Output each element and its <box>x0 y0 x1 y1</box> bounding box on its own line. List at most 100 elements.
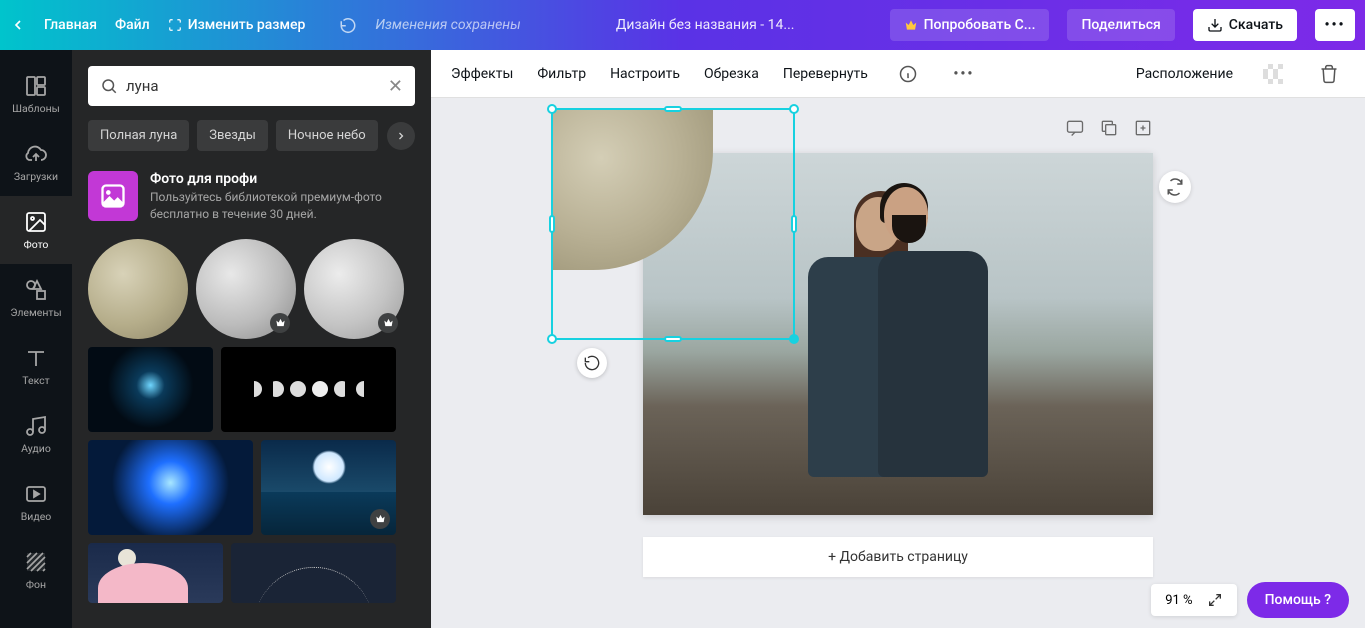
side-panel: ✕ Полная луна Звезды Ночное небо Фото дл… <box>72 50 431 628</box>
transparency-icon[interactable] <box>1257 58 1289 90</box>
video-icon <box>24 482 48 506</box>
promo-icon <box>88 171 138 221</box>
comment-icon[interactable] <box>1065 118 1085 138</box>
photo-content <box>788 177 1008 477</box>
rail-elements[interactable]: Элементы <box>0 264 72 332</box>
download-icon <box>1207 17 1223 33</box>
templates-icon <box>24 74 48 98</box>
background-icon <box>24 550 48 574</box>
back-icon[interactable] <box>10 17 26 33</box>
resize-menu[interactable]: Изменить размер <box>168 17 306 33</box>
try-pro-button[interactable]: Попробовать C... <box>890 9 1050 41</box>
zoom-value[interactable]: 91 % <box>1165 593 1192 608</box>
add-page-icon[interactable] <box>1133 118 1153 138</box>
chip-night-sky[interactable]: Ночное небо <box>276 120 378 151</box>
photo-result[interactable] <box>221 347 396 432</box>
autoplay-button[interactable] <box>1159 171 1191 203</box>
rail-background[interactable]: Фон <box>0 536 72 604</box>
text-icon <box>24 346 48 370</box>
results-grid <box>88 239 415 603</box>
crop-button[interactable]: Обрезка <box>704 66 759 82</box>
resize-edge[interactable] <box>791 215 797 233</box>
file-menu[interactable]: Файл <box>115 17 150 33</box>
position-button[interactable]: Расположение <box>1136 66 1233 82</box>
chips-scroll-right[interactable] <box>387 122 415 150</box>
rail-text-label: Текст <box>22 374 49 387</box>
flip-button[interactable]: Перевернуть <box>783 66 868 82</box>
resize-edge[interactable] <box>664 336 682 342</box>
image-icon <box>24 210 48 234</box>
home-link[interactable]: Главная <box>44 17 97 33</box>
photo-result[interactable] <box>88 239 188 339</box>
design-page[interactable] <box>643 153 1153 515</box>
rail-video[interactable]: Видео <box>0 468 72 536</box>
adjust-button[interactable]: Настроить <box>610 66 680 82</box>
effects-button[interactable]: Эффекты <box>451 66 513 82</box>
rail-photos-label: Фото <box>24 238 49 251</box>
rail-video-label: Видео <box>21 510 52 523</box>
more-button[interactable]: ••• <box>1315 9 1355 41</box>
download-label: Скачать <box>1229 17 1283 33</box>
resize-icon <box>168 18 182 32</box>
try-pro-label: Попробовать C... <box>924 17 1036 33</box>
rail-templates-label: Шаблоны <box>12 102 60 115</box>
rail-background-label: Фон <box>26 578 46 591</box>
rail-uploads[interactable]: Загрузки <box>0 128 72 196</box>
chip-stars[interactable]: Звезды <box>197 120 268 151</box>
canvas-area: Эффекты Фильтр Настроить Обрезка Перевер… <box>431 50 1365 628</box>
top-bar: Главная Файл Изменить размер Изменения с… <box>0 0 1365 50</box>
pro-promo[interactable]: Фото для профи Пользуйтесь библиотекой п… <box>88 171 415 223</box>
chevron-right-icon <box>395 130 407 142</box>
cloud-upload-icon <box>24 142 48 166</box>
more-options-icon[interactable]: ••• <box>948 58 980 90</box>
share-button[interactable]: Поделиться <box>1067 9 1174 41</box>
rail-templates[interactable]: Шаблоны <box>0 60 72 128</box>
filter-button[interactable]: Фильтр <box>537 66 586 82</box>
stage[interactable]: + Добавить страницу 91 % Помощь ? <box>431 98 1365 628</box>
photo-result[interactable] <box>261 440 396 535</box>
chip-full-moon[interactable]: Полная луна <box>88 120 189 151</box>
photo-result[interactable] <box>88 440 253 535</box>
fullscreen-icon[interactable] <box>1207 592 1223 608</box>
photo-result[interactable] <box>88 543 223 603</box>
resize-handle[interactable] <box>547 104 557 114</box>
photo-result[interactable] <box>304 239 404 339</box>
search-icon <box>100 77 118 95</box>
crown-icon <box>904 18 918 32</box>
search-input[interactable] <box>126 77 380 95</box>
rail-audio-label: Аудио <box>21 442 51 455</box>
rotate-handle[interactable] <box>577 348 607 378</box>
photo-result[interactable] <box>196 239 296 339</box>
save-status: Изменения сохранены <box>375 17 520 33</box>
context-toolbar: Эффекты Фильтр Настроить Обрезка Перевер… <box>431 50 1365 98</box>
clear-search-icon[interactable]: ✕ <box>388 76 403 97</box>
rail-photos[interactable]: Фото <box>0 196 72 264</box>
delete-icon[interactable] <box>1313 58 1345 90</box>
doc-title[interactable]: Дизайн без названия - 14... <box>616 17 795 33</box>
info-icon[interactable] <box>892 58 924 90</box>
duplicate-icon[interactable] <box>1099 118 1119 138</box>
side-rail: Шаблоны Загрузки Фото Элементы Текст Ауд… <box>0 50 72 628</box>
selection-box[interactable] <box>551 108 795 340</box>
resize-handle[interactable] <box>547 334 557 344</box>
promo-desc: Пользуйтесь библиотекой премиум-фото бес… <box>150 189 415 223</box>
undo-icon[interactable] <box>339 16 357 34</box>
help-button[interactable]: Помощь ? <box>1247 582 1349 618</box>
resize-edge[interactable] <box>549 215 555 233</box>
bottom-bar: 91 % Помощь ? <box>1151 582 1349 618</box>
shapes-icon <box>24 278 48 302</box>
resize-handle[interactable] <box>789 104 799 114</box>
resize-edge[interactable] <box>664 106 682 112</box>
photo-result[interactable] <box>88 347 213 432</box>
music-icon <box>24 414 48 438</box>
filter-chips: Полная луна Звезды Ночное небо <box>88 120 415 151</box>
promo-title: Фото для профи <box>150 171 415 187</box>
rail-elements-label: Элементы <box>10 306 61 319</box>
rail-text[interactable]: Текст <box>0 332 72 400</box>
add-page-button[interactable]: + Добавить страницу <box>643 537 1153 577</box>
photo-result[interactable] <box>231 543 396 603</box>
selected-moon-image[interactable] <box>553 110 713 270</box>
rail-audio[interactable]: Аудио <box>0 400 72 468</box>
download-button[interactable]: Скачать <box>1193 9 1297 41</box>
resize-handle[interactable] <box>789 334 799 344</box>
